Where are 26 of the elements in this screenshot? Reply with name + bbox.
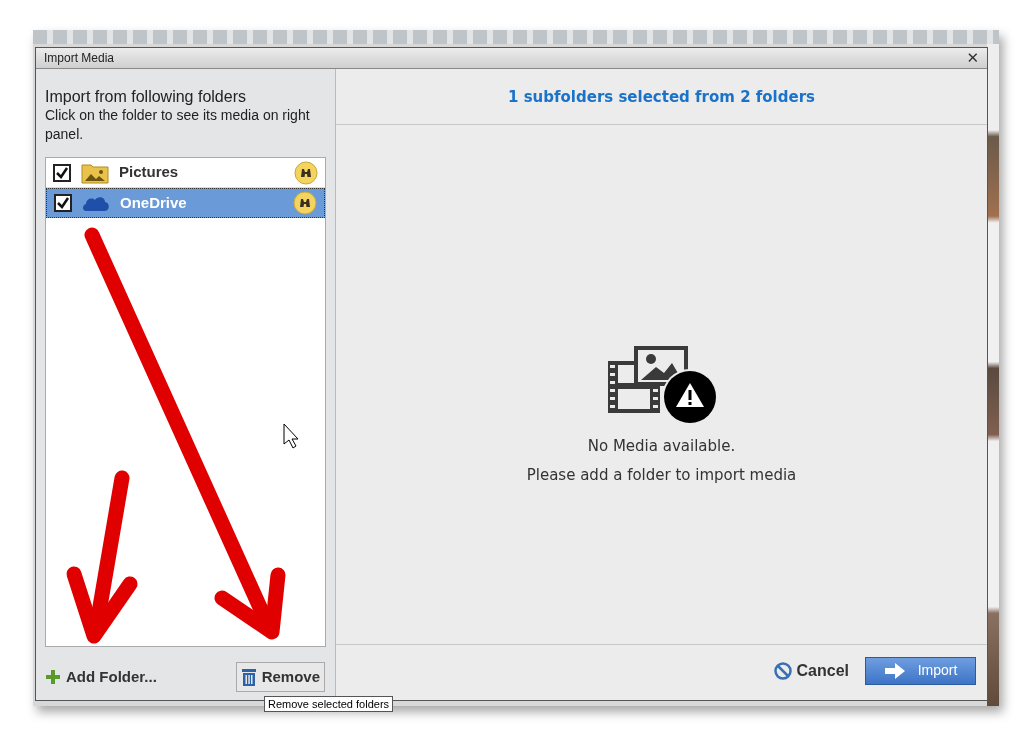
close-button[interactable]: ✕ — [966, 50, 979, 66]
import-button[interactable]: Import — [865, 656, 976, 685]
cloud-icon — [82, 194, 110, 212]
binoculars-icon[interactable] — [294, 160, 318, 185]
add-folder-button[interactable]: Add Folder... — [45, 665, 157, 689]
remove-button[interactable]: Remove — [235, 662, 325, 692]
tooltip: Remove selected folders — [264, 696, 394, 712]
empty-title: No Media available. — [587, 436, 736, 457]
cancel-button[interactable]: Cancel — [773, 658, 849, 683]
checkbox[interactable] — [53, 163, 71, 182]
panel-heading: Import from following folders — [45, 87, 247, 106]
cancel-icon — [773, 661, 792, 680]
checkbox[interactable] — [54, 194, 72, 212]
folder-name: OneDrive — [120, 192, 188, 213]
plus-icon — [45, 669, 61, 685]
trash-icon — [240, 667, 257, 687]
instructions-text: Click on the folder to see its media on right panel. — [45, 106, 311, 144]
selection-summary: 1 subfolders selected from 2 folders — [336, 69, 987, 125]
binoculars-icon[interactable] — [293, 191, 317, 215]
window-title: Import Media — [44, 50, 115, 67]
empty-hint: Please add a folder to import media — [526, 464, 797, 486]
mouse-cursor-icon — [283, 423, 299, 449]
folder-name: Pictures — [119, 162, 180, 183]
no-media-icon — [605, 345, 718, 425]
folder-icon — [81, 161, 109, 184]
arrow-right-icon — [883, 661, 906, 680]
